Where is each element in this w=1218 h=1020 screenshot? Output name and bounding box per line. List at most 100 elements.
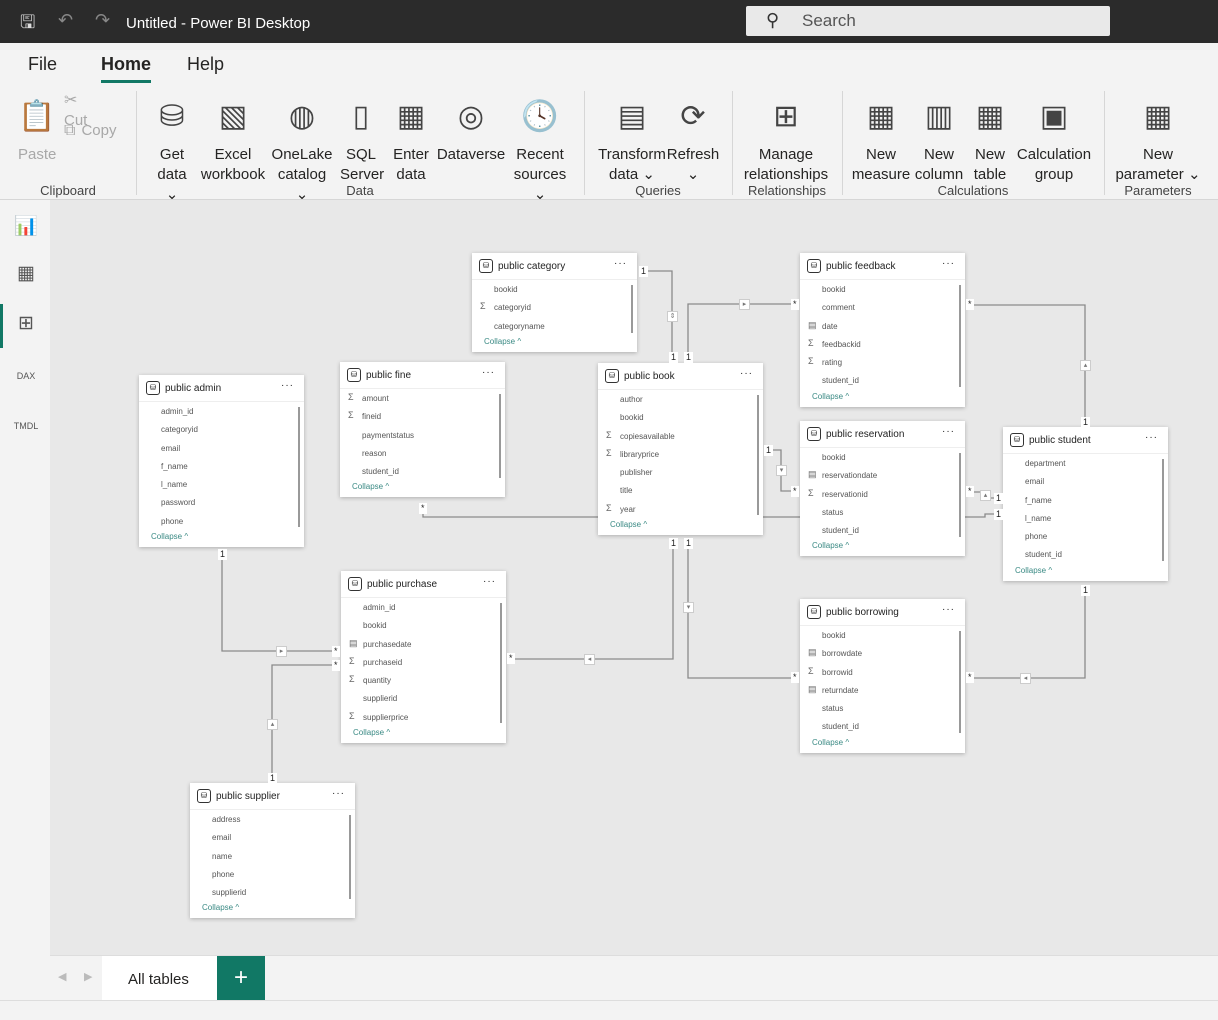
- scrollbar[interactable]: [349, 815, 351, 899]
- cross-filter-direction-icon[interactable]: ▸: [276, 646, 287, 657]
- scrollbar[interactable]: [298, 407, 300, 527]
- table-view-icon[interactable]: ▦: [12, 262, 40, 290]
- table-header[interactable]: ⛁ public fine ···: [340, 362, 505, 389]
- field-purchasedate[interactable]: ▤ purchasedate: [341, 635, 506, 653]
- tab-all-tables[interactable]: All tables: [102, 956, 217, 1000]
- field-quantity[interactable]: Σquantity: [341, 671, 506, 689]
- field-student_id[interactable]: student_id: [800, 717, 965, 735]
- table-card-public-purchase[interactable]: ⛁ public purchase ··· admin_id bookid ▤ purcha…: [341, 571, 506, 744]
- table-header[interactable]: ⛁ public purchase ···: [341, 571, 506, 598]
- field-address[interactable]: address: [190, 810, 355, 828]
- new-measure-button[interactable]: ▦ New measure: [850, 93, 912, 185]
- field-email[interactable]: email: [1003, 472, 1168, 490]
- field-student_id[interactable]: student_id: [800, 371, 965, 389]
- field-status[interactable]: status: [800, 503, 965, 521]
- field-bookid[interactable]: bookid: [800, 280, 965, 298]
- field-l_name[interactable]: l_name: [1003, 509, 1168, 527]
- collapse-button[interactable]: Collapse ^: [800, 390, 965, 407]
- manage-relationships-button[interactable]: ⊞ Manage relationships: [740, 93, 832, 185]
- cross-filter-direction-icon[interactable]: ◂: [584, 654, 595, 665]
- field-date[interactable]: ▤ date: [800, 317, 965, 335]
- field-phone[interactable]: phone: [139, 512, 304, 530]
- field-reservationid[interactable]: Σreservationid: [800, 485, 965, 503]
- field-name[interactable]: name: [190, 847, 355, 865]
- field-feedbackid[interactable]: Σfeedbackid: [800, 335, 965, 353]
- scrollbar[interactable]: [499, 394, 501, 478]
- table-card-public-borrowing[interactable]: ⛁ public borrowing ··· bookid ▤ borrowdate Σbo…: [800, 599, 965, 753]
- table-header[interactable]: ⛁ public reservation ···: [800, 421, 965, 448]
- field-email[interactable]: email: [190, 828, 355, 846]
- field-email[interactable]: email: [139, 439, 304, 457]
- table-card-public-fine[interactable]: ⛁ public fine ··· Σamount Σfineid paymentstat…: [340, 362, 505, 498]
- table-card-public-reservation[interactable]: ⛁ public reservation ··· bookid ▤ reservation…: [800, 421, 965, 557]
- field-supplierid[interactable]: supplierid: [190, 883, 355, 901]
- field-categoryid[interactable]: categoryid: [139, 420, 304, 438]
- field-l_name[interactable]: l_name: [139, 475, 304, 493]
- new-column-button[interactable]: ▥ New column: [912, 93, 966, 185]
- cross-filter-direction-icon[interactable]: ◂: [1020, 673, 1031, 684]
- table-card-public-student[interactable]: ⛁ public student ··· department email f_name l…: [1003, 427, 1168, 581]
- table-header[interactable]: ⛁ public admin ···: [139, 375, 304, 402]
- undo-icon[interactable]: ↶: [58, 10, 73, 31]
- enter-data-button[interactable]: ▦ Enter data: [390, 93, 432, 185]
- cross-filter-direction-icon[interactable]: ▴: [267, 719, 278, 730]
- field-student_id[interactable]: student_id: [340, 462, 505, 480]
- cross-filter-direction-icon[interactable]: ▴: [980, 490, 991, 501]
- field-fineid[interactable]: Σfineid: [340, 407, 505, 425]
- field-title[interactable]: title: [598, 481, 763, 499]
- transform-data-button[interactable]: ▤ Transform data ⌄: [596, 93, 668, 185]
- tab-file[interactable]: File: [28, 54, 57, 75]
- field-student_id[interactable]: student_id: [1003, 545, 1168, 563]
- field-bookid[interactable]: bookid: [341, 616, 506, 634]
- collapse-button[interactable]: Collapse ^: [800, 736, 965, 753]
- cross-filter-direction-icon[interactable]: ⇕: [667, 311, 678, 322]
- save-icon[interactable]: 🖫: [20, 10, 35, 40]
- collapse-button[interactable]: Collapse ^: [800, 539, 965, 556]
- field-year[interactable]: Σyear: [598, 500, 763, 518]
- more-options-icon[interactable]: ···: [614, 258, 627, 269]
- field-purchaseid[interactable]: Σpurchaseid: [341, 653, 506, 671]
- copy-button[interactable]: ⧉ Copy: [64, 121, 116, 141]
- field-author[interactable]: author: [598, 390, 763, 408]
- cross-filter-direction-icon[interactable]: ▸: [739, 299, 750, 310]
- field-admin_id[interactable]: admin_id: [341, 598, 506, 616]
- calculation-group-button[interactable]: ▣ Calculation group: [1014, 93, 1094, 185]
- field-f_name[interactable]: f_name: [139, 457, 304, 475]
- table-card-public-category[interactable]: ⛁ public category ··· bookid Σcategoryid cate…: [472, 253, 637, 352]
- prev-page-icon[interactable]: ◀: [58, 970, 66, 983]
- field-categoryname[interactable]: categoryname: [472, 317, 637, 335]
- field-status[interactable]: status: [800, 699, 965, 717]
- more-options-icon[interactable]: ···: [942, 426, 955, 437]
- field-returndate[interactable]: ▤ returndate: [800, 681, 965, 699]
- scrollbar[interactable]: [631, 285, 633, 333]
- table-header[interactable]: ⛁ public supplier ···: [190, 783, 355, 810]
- collapse-button[interactable]: Collapse ^: [139, 530, 304, 547]
- field-bookid[interactable]: bookid: [800, 448, 965, 466]
- table-card-public-book[interactable]: ⛁ public book ··· author bookid Σcopiesavaila…: [598, 363, 763, 536]
- collapse-button[interactable]: Collapse ^: [472, 335, 637, 352]
- cross-filter-direction-icon[interactable]: ▾: [776, 465, 787, 476]
- new-parameter-button[interactable]: ▦ New parameter ⌄: [1114, 93, 1202, 185]
- scrollbar[interactable]: [959, 285, 961, 387]
- collapse-button[interactable]: Collapse ^: [190, 901, 355, 918]
- more-options-icon[interactable]: ···: [482, 367, 495, 378]
- field-publisher[interactable]: publisher: [598, 463, 763, 481]
- tab-help[interactable]: Help: [187, 54, 224, 75]
- field-phone[interactable]: phone: [190, 865, 355, 883]
- field-rating[interactable]: Σrating: [800, 353, 965, 371]
- paste-button[interactable]: 📋 Paste: [18, 93, 56, 165]
- next-page-icon[interactable]: ▶: [84, 970, 92, 983]
- tab-home[interactable]: Home: [101, 54, 152, 83]
- more-options-icon[interactable]: ···: [942, 604, 955, 615]
- field-supplierprice[interactable]: Σsupplierprice: [341, 708, 506, 726]
- add-layout-button[interactable]: +: [217, 956, 265, 1000]
- collapse-button[interactable]: Collapse ^: [598, 518, 763, 535]
- refresh-button[interactable]: ⟳ Refresh ⌄: [666, 93, 720, 185]
- field-borrowdate[interactable]: ▤ borrowdate: [800, 644, 965, 662]
- dataverse-button[interactable]: ◎ Dataverse: [436, 93, 506, 165]
- more-options-icon[interactable]: ···: [942, 258, 955, 269]
- report-view-icon[interactable]: 📊: [12, 214, 40, 242]
- table-header[interactable]: ⛁ public student ···: [1003, 427, 1168, 454]
- table-header[interactable]: ⛁ public book ···: [598, 363, 763, 390]
- field-department[interactable]: department: [1003, 454, 1168, 472]
